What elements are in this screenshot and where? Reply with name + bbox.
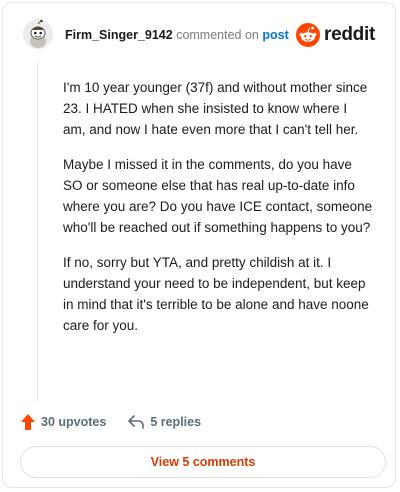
replies-button[interactable]: 5 replies bbox=[128, 415, 201, 429]
comment-card: Firm_Singer_9142 commented on post reddi… bbox=[2, 2, 396, 488]
post-link[interactable]: post bbox=[262, 28, 288, 42]
meta-action-text: commented on bbox=[176, 28, 259, 42]
view-comments-button[interactable]: View 5 comments bbox=[20, 446, 386, 478]
username-link[interactable]: Firm_Singer_9142 bbox=[65, 28, 173, 42]
reply-arrow-icon bbox=[128, 415, 145, 429]
comment-paragraph: Maybe I missed it in the comments, do yo… bbox=[63, 157, 373, 235]
snoo-avatar-icon bbox=[23, 19, 53, 49]
comment-meta: Firm_Singer_9142 commented on post bbox=[65, 28, 289, 42]
reddit-logo[interactable]: reddit bbox=[296, 20, 375, 50]
comment-header: Firm_Singer_9142 commented on post reddi… bbox=[23, 19, 379, 53]
comment-body: I'm 10 year younger (37f) and without mo… bbox=[63, 77, 373, 350]
comment-paragraph: I'm 10 year younger (37f) and without mo… bbox=[63, 80, 368, 137]
comment-actions: 30 upvotes 5 replies bbox=[21, 411, 201, 433]
reply-count: 5 replies bbox=[150, 415, 202, 429]
comment-paragraph: If no, sorry but YTA, and pretty childis… bbox=[63, 255, 369, 333]
upvote-arrow-icon bbox=[21, 414, 35, 430]
reddit-wordmark: reddit bbox=[324, 24, 375, 45]
thread-line bbox=[37, 61, 38, 401]
reddit-logo-icon bbox=[296, 23, 321, 47]
user-avatar[interactable] bbox=[23, 19, 53, 49]
upvote-count: 30 upvotes bbox=[41, 415, 107, 429]
upvote-button[interactable]: 30 upvotes bbox=[21, 414, 106, 430]
